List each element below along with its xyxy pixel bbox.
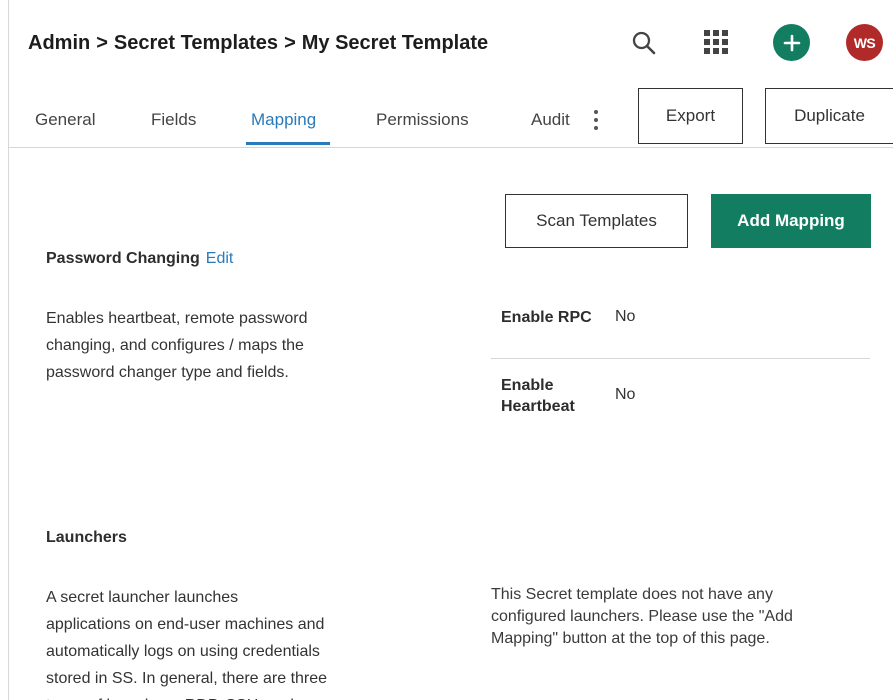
breadcrumb-separator: > <box>96 31 108 54</box>
description-line: changing, and configures / maps the <box>46 337 304 354</box>
description-line: Enables heartbeat, remote password <box>46 310 308 327</box>
description-line: types of launchers: RDP, SSH, and <box>46 692 327 700</box>
tab-fields[interactable]: Fields <box>151 110 196 130</box>
scan-templates-button[interactable]: Scan Templates <box>505 194 688 248</box>
password-changing-heading: Password Changing Edit <box>46 250 233 268</box>
password-changing-title: Password Changing <box>46 250 200 267</box>
tab-audit[interactable]: Audit <box>531 110 570 130</box>
active-tab-indicator <box>246 142 330 145</box>
message-line: Mapping" button at the top of this page. <box>491 630 770 647</box>
plus-icon <box>783 34 800 51</box>
divider <box>491 358 870 359</box>
message-line: configured launchers. Please use the "Ad… <box>491 608 793 625</box>
tab-mapping[interactable]: Mapping <box>251 110 316 130</box>
description-line: stored in SS. In general, there are thre… <box>46 670 328 687</box>
password-changing-description: Enables heartbeat, remote password chang… <box>46 305 307 386</box>
enable-heartbeat-label-line: Enable <box>501 377 554 394</box>
enable-rpc-label: Enable RPC <box>501 309 592 326</box>
enable-rpc-value: No <box>615 308 636 325</box>
launchers-description: A secret launcher launches applications … <box>46 584 327 700</box>
apps-grid-icon[interactable] <box>700 26 732 58</box>
tab-bar: General Fields Mapping Permissions Audit <box>8 86 893 148</box>
add-mapping-button[interactable]: Add Mapping <box>711 194 871 248</box>
tab-permissions[interactable]: Permissions <box>376 110 469 130</box>
more-options-icon[interactable] <box>590 108 602 132</box>
breadcrumb-separator: > <box>284 31 296 54</box>
description-line: A secret launcher launches <box>46 589 239 606</box>
page-title: My Secret Template <box>301 31 489 54</box>
description-line: password changer type and fields. <box>46 364 289 381</box>
launchers-title: Launchers <box>46 529 127 546</box>
export-button[interactable]: Export <box>638 88 743 144</box>
avatar[interactable]: WS <box>846 24 883 61</box>
search-icon[interactable] <box>628 28 660 58</box>
edit-link[interactable]: Edit <box>206 250 234 267</box>
tab-general[interactable]: General <box>35 110 95 130</box>
no-launchers-message: This Secret template does not have any c… <box>491 584 793 650</box>
duplicate-button[interactable]: Duplicate <box>765 88 893 144</box>
enable-heartbeat-label: Enable Heartbeat <box>501 375 575 417</box>
enable-heartbeat-label-line: Heartbeat <box>501 398 575 415</box>
breadcrumb-secret-templates[interactable]: Secret Templates <box>114 32 278 55</box>
enable-heartbeat-value: No <box>615 386 636 403</box>
add-button[interactable] <box>773 24 810 61</box>
message-line: This Secret template does not have any <box>491 586 773 603</box>
description-line: automatically logs on using credentials <box>46 643 320 660</box>
description-line: applications on end-user machines and <box>46 616 325 633</box>
breadcrumb-admin[interactable]: Admin <box>28 32 90 55</box>
breadcrumb: Admin > Secret Templates > My Secret Tem… <box>28 30 488 56</box>
